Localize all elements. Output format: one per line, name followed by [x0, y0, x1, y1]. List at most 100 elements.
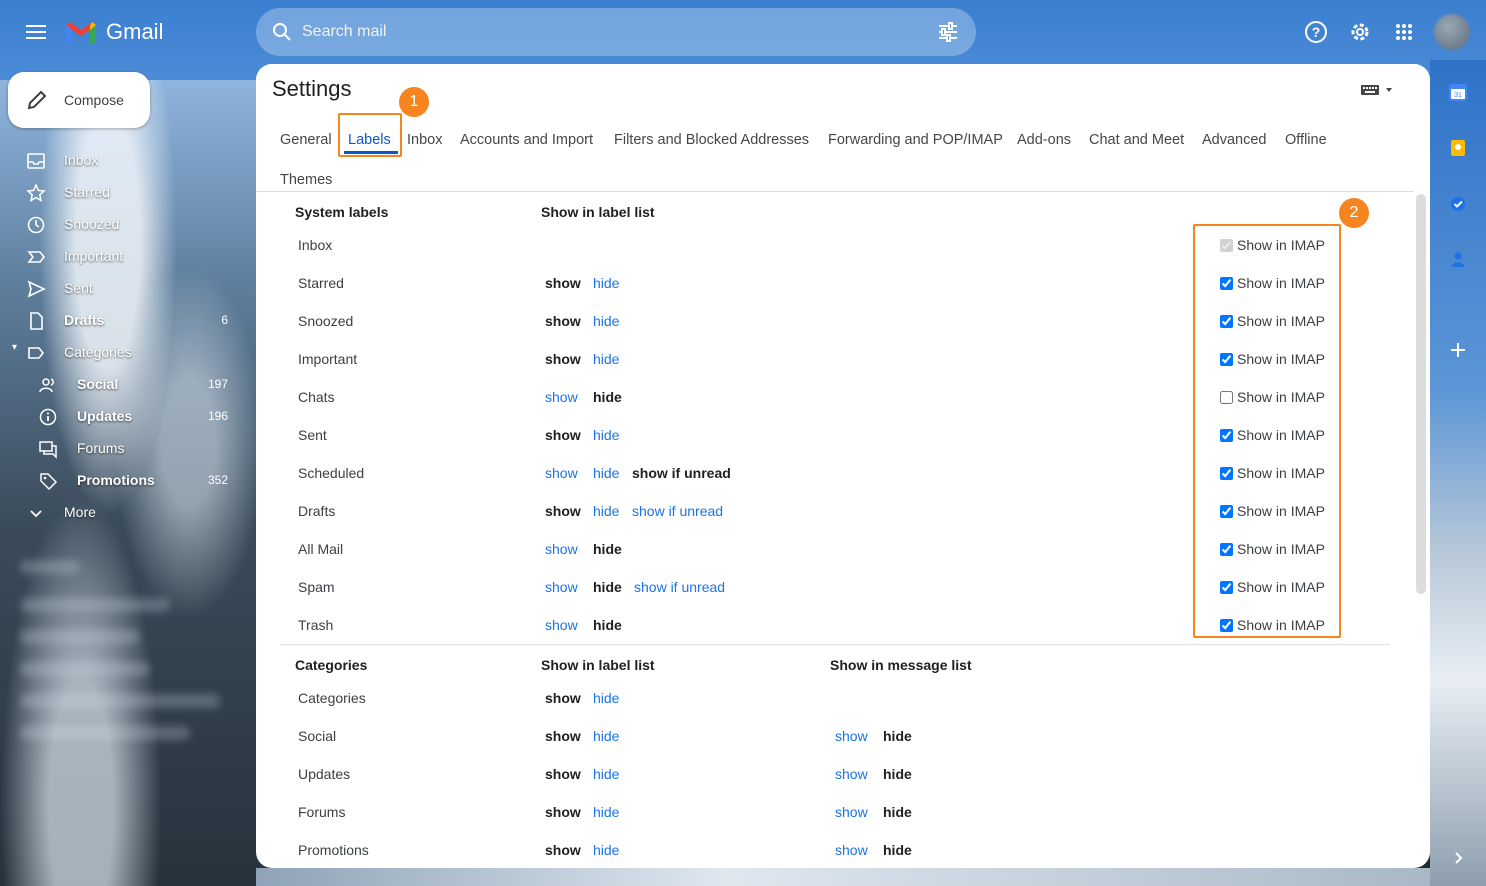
settings-gear-icon[interactable]	[1346, 18, 1374, 46]
unread-count: 6	[221, 313, 228, 327]
label-name-scheduled: Scheduled	[298, 465, 365, 481]
expand-arrow-icon[interactable]: ▾	[12, 342, 17, 353]
tab-add-ons[interactable]: Add-ons	[1017, 132, 1071, 148]
sidebar-item-starred[interactable]: Starred	[0, 176, 250, 208]
tab-chat-and-meet[interactable]: Chat and Meet	[1089, 132, 1184, 148]
sidebar-item-label: Important	[64, 248, 124, 264]
blurred-label	[20, 662, 150, 676]
compose-button[interactable]: Compose	[8, 72, 150, 128]
tasks-icon[interactable]	[1448, 194, 1468, 214]
option-show: show	[545, 275, 581, 291]
option-hide[interactable]: hide	[593, 690, 619, 706]
tab-accounts-and-import[interactable]: Accounts and Import	[460, 132, 593, 148]
scrollbar[interactable]	[1416, 194, 1426, 594]
help-icon[interactable]: ?	[1302, 18, 1330, 46]
annotation-badge-1: 1	[399, 87, 429, 117]
annotation-box-labels-tab	[338, 113, 402, 157]
unread-count: 352	[207, 473, 228, 487]
option-hide[interactable]: hide	[593, 275, 619, 291]
tab-themes[interactable]: Themes	[280, 172, 332, 188]
important-icon	[27, 251, 46, 263]
option-show-if-unread[interactable]: show if unread	[634, 579, 725, 595]
option-show[interactable]: show	[835, 766, 868, 782]
sidebar-item-more[interactable]: More	[0, 496, 250, 528]
option-hide: hide	[593, 579, 622, 595]
show-in-message-list-header: Show in message list	[830, 657, 972, 673]
category-name-social: Social	[298, 728, 337, 744]
app-name: Gmail	[106, 19, 164, 44]
option-show: show	[545, 351, 581, 367]
forum-icon	[39, 441, 57, 459]
sidebar-item-forums[interactable]: Forums	[0, 432, 250, 464]
side-panel-expand-icon[interactable]	[1448, 848, 1468, 868]
search-input[interactable]	[300, 16, 900, 48]
sidebar-item-drafts[interactable]: Drafts 6	[0, 304, 250, 336]
settings-header: Settings	[256, 64, 1430, 114]
option-show[interactable]: show	[835, 842, 868, 858]
option-hide[interactable]: hide	[593, 766, 619, 782]
sidebar-item-categories[interactable]: ▾ Categories	[0, 336, 250, 368]
option-hide: hide	[883, 766, 912, 782]
option-hide[interactable]: hide	[593, 804, 619, 820]
sidebar-item-label: Inbox	[64, 152, 99, 168]
label-name-chats: Chats	[298, 389, 335, 405]
sidebar-item-inbox[interactable]: Inbox	[0, 144, 250, 176]
category-name-categories: Categories	[298, 690, 366, 706]
background-right	[1430, 60, 1486, 886]
option-hide[interactable]: hide	[593, 465, 619, 481]
sidebar-item-promotions[interactable]: Promotions 352	[0, 464, 250, 496]
section-divider	[280, 644, 1390, 645]
main-menu-button[interactable]	[20, 16, 52, 48]
option-show[interactable]: show	[545, 465, 578, 481]
label-name-starred: Starred	[298, 275, 344, 291]
option-show[interactable]: show	[835, 804, 868, 820]
option-hide[interactable]: hide	[593, 313, 619, 329]
option-show: show	[545, 313, 581, 329]
gmail-logo[interactable]: Gmail	[64, 16, 163, 48]
tune-icon[interactable]	[936, 20, 960, 44]
search-bar[interactable]	[256, 8, 976, 56]
tag-icon	[40, 473, 58, 491]
blurred-section-header	[20, 560, 80, 574]
option-hide[interactable]: hide	[593, 842, 619, 858]
option-show: show	[545, 690, 581, 706]
add-icon[interactable]	[1448, 340, 1468, 360]
option-show[interactable]: show	[545, 617, 578, 633]
option-hide[interactable]: hide	[593, 728, 619, 744]
tab-offline[interactable]: Offline	[1285, 132, 1327, 148]
tab-general[interactable]: General	[280, 132, 332, 148]
tab-advanced[interactable]: Advanced	[1202, 132, 1267, 148]
option-hide[interactable]: hide	[593, 351, 619, 367]
category-name-promotions: Promotions	[298, 842, 369, 858]
option-hide: hide	[883, 804, 912, 820]
input-tools-keyboard-icon[interactable]	[1360, 82, 1396, 98]
blurred-label	[20, 630, 140, 644]
option-show[interactable]: show	[835, 728, 868, 744]
option-show-if-unread[interactable]: show if unread	[632, 503, 723, 519]
label-name-important: Important	[298, 351, 358, 367]
option-show[interactable]: show	[545, 389, 578, 405]
tab-filters-and-blocked-addresses[interactable]: Filters and Blocked Addresses	[614, 132, 809, 148]
sidebar-item-label: Sent	[64, 280, 93, 296]
option-show[interactable]: show	[545, 541, 578, 557]
option-show: show	[545, 728, 581, 744]
tab-inbox[interactable]: Inbox	[407, 132, 442, 148]
sidebar-item-sent[interactable]: Sent	[0, 272, 250, 304]
tab-forwarding-and-pop-imap[interactable]: Forwarding and POP/IMAP	[828, 132, 1003, 148]
sidebar-item-social[interactable]: Social 197	[0, 368, 250, 400]
sidebar-item-important[interactable]: Important	[0, 240, 250, 272]
contacts-icon[interactable]	[1448, 250, 1468, 270]
apps-grid-icon[interactable]	[1390, 18, 1418, 46]
calendar-icon[interactable]: 31	[1448, 82, 1468, 102]
account-avatar[interactable]	[1434, 14, 1470, 50]
option-hide: hide	[593, 541, 622, 557]
top-bar: Gmail ?	[0, 0, 1486, 64]
search-icon[interactable]	[270, 20, 294, 44]
option-show[interactable]: show	[545, 579, 578, 595]
people-icon	[39, 378, 54, 393]
sidebar-item-updates[interactable]: Updates 196	[0, 400, 250, 432]
keep-icon[interactable]	[1448, 138, 1468, 158]
option-hide[interactable]: hide	[593, 427, 619, 443]
option-hide[interactable]: hide	[593, 503, 619, 519]
sidebar-item-snoozed[interactable]: Snoozed	[0, 208, 250, 240]
